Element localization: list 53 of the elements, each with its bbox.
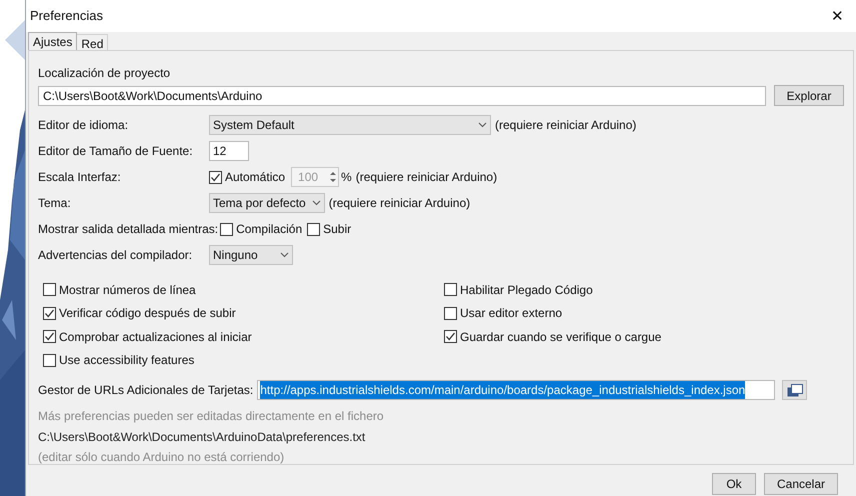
checkbox-label: Usar editor externo [460,305,562,322]
field-label: Advertencias del compilador: [38,247,194,264]
checkbox-label: Mostrar números de línea [59,282,196,299]
dropdown[interactable]: System Default [209,115,491,135]
restart-note: (requiere reiniciar Arduino) [328,195,470,212]
field-label: Editor de idioma: [38,117,130,134]
checkbox[interactable] [220,222,234,236]
checkbox[interactable] [444,306,457,320]
checkbox-label: Guardar cuando se verifique o cargue [460,328,662,346]
checkbox-label: Verificar código después de subir [59,305,236,322]
checkbox-label: Comprobar actualizaciones al iniciar [59,328,252,346]
info-text: (editar sólo cuando Arduino no está corriendo) [38,449,286,466]
number-field[interactable]: 12 [209,141,249,161]
path-field[interactable]: C:\Users\Boot&Work\Documents\Arduino [38,86,766,106]
tab[interactable]: Red [77,34,108,50]
field-label: Mostrar salida detallada mientras: [38,221,218,238]
checkbox[interactable] [43,306,56,320]
checkbox[interactable] [209,170,222,184]
explore-button[interactable]: Explorar [774,85,844,106]
dropdown[interactable]: Tema por defecto [209,193,325,213]
info-text: C:\Users\Boot&Work\Documents\ArduinoData\preferences.txt [38,428,366,446]
dropdown[interactable]: Ninguno [209,245,293,265]
caret-icon [312,200,321,206]
field-label: Gestor de URLs Adicionales de Tarjetas: [38,382,254,399]
restart-note: (requiere reiniciar Arduino) [495,117,636,134]
info-text: Más preferencias pueden ser editadas directamente en el fichero [38,408,385,425]
window-title: Preferencias [30,7,103,26]
checkbox-label: Habilitar Plegado Código [460,282,593,299]
window-icon[interactable] [782,380,808,400]
field-label: Editor de Tamaño de Fuente: [38,143,194,160]
checkbox[interactable] [43,283,56,296]
field-label: Localización de proyecto [38,65,172,81]
field-label: Escala Interfaz: [38,169,122,186]
spinner-arrows-icon[interactable] [329,170,338,184]
close-button[interactable]: ✕ [831,8,844,24]
dialog-button[interactable]: Cancelar [764,473,838,495]
dialog-button[interactable]: Ok [712,473,756,495]
checkbox[interactable] [43,354,56,367]
caret-icon [280,252,289,258]
tab[interactable]: Ajustes [28,32,78,50]
checkbox-label: Compilación [236,221,302,238]
checkbox-label: Subir [323,221,352,238]
checkbox[interactable] [444,330,457,344]
checkbox[interactable] [43,330,56,344]
checkbox[interactable] [444,283,457,296]
caret-icon [478,122,487,128]
restart-note: (requiere reiniciar Arduino) [356,169,498,186]
unit-label: % [341,169,352,186]
field-label: Tema: [38,195,72,212]
checkbox-label: Automático [225,169,286,186]
url-field[interactable]: http://apps.industrialshields.com/main/arduino/boards/package_industrialshields_index.json [257,380,776,400]
checkbox[interactable] [307,222,320,236]
checkbox-label: Use accessibility features [59,352,194,370]
